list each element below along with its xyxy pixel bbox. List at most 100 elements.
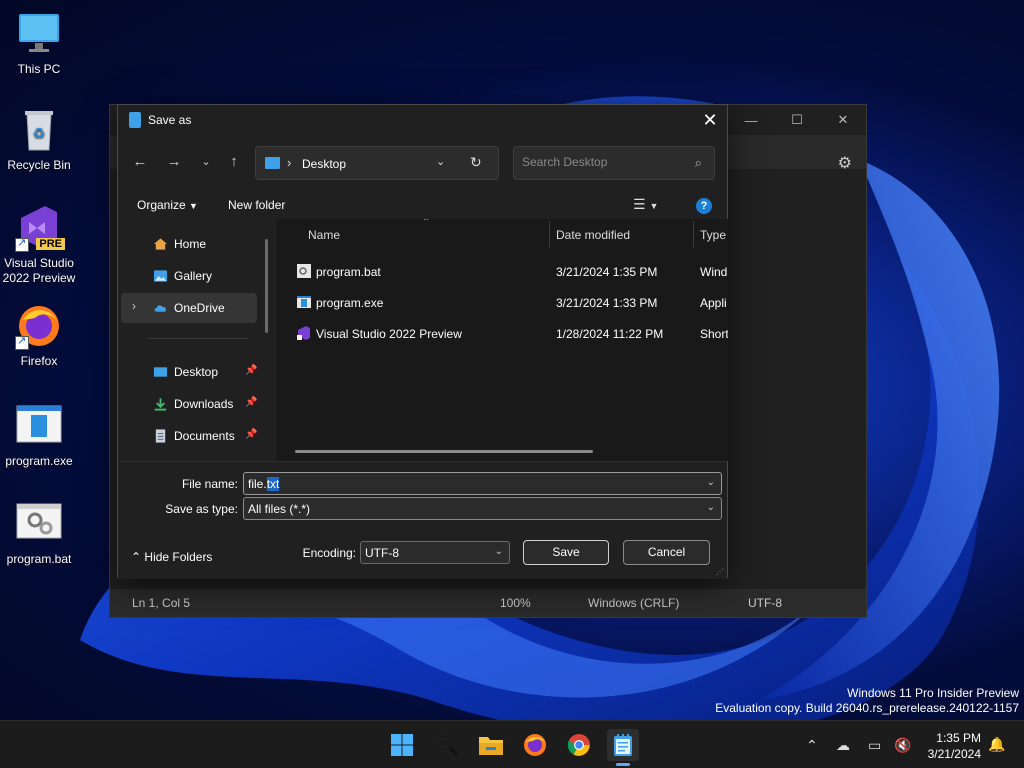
notepad-icon (129, 112, 141, 128)
close-icon[interactable]: ✕ (820, 105, 866, 135)
status-encoding[interactable]: UTF-8 (748, 596, 782, 610)
desktop-icon-visual-studio[interactable]: PRE Visual Studio2022 Preview (0, 204, 78, 286)
desktop-icon-recycle-bin[interactable]: ♻ Recycle Bin (0, 106, 78, 173)
hide-folders-button[interactable]: ⌃ Hide Folders (131, 550, 212, 564)
encoding-label: Encoding: (302, 546, 356, 560)
desktop-icon-firefox[interactable]: Firefox (0, 302, 78, 369)
nav-item-desktop[interactable]: Desktop 📌 (121, 357, 257, 387)
command-bar: Organize ▼ New folder ☰ ▼ ? (118, 191, 727, 219)
nav-item-documents[interactable]: Documents 📌 (121, 421, 257, 451)
cancel-button[interactable]: Cancel (623, 540, 710, 565)
file-list: ⌃ Name Date modified Type program.bat 3/… (277, 219, 728, 461)
column-header-type[interactable]: Type (700, 228, 726, 242)
selected-text: txt (266, 477, 280, 491)
notification-bell-icon[interactable]: 🔔 (988, 736, 1005, 753)
address-bar[interactable]: › Desktop ⌄ ↻ (255, 146, 499, 180)
breadcrumb-chevron-icon[interactable]: › (287, 155, 291, 170)
forward-arrow-icon[interactable]: → (163, 153, 185, 173)
file-explorer-icon[interactable] (475, 729, 507, 761)
save-button[interactable]: Save (523, 540, 609, 565)
nav-item-gallery[interactable]: Gallery (121, 261, 257, 291)
file-type: Wind (700, 265, 728, 279)
network-icon[interactable]: ▭ (868, 737, 881, 754)
breadcrumb-location[interactable]: Desktop (302, 157, 346, 171)
file-name-field[interactable]: file.txt ⌄ (243, 472, 722, 495)
save-as-type-select[interactable]: All files (*.*) ⌄ (243, 497, 722, 520)
bat-file-icon (15, 500, 63, 548)
pin-icon: 📌 (245, 429, 258, 440)
recent-locations-chevron-icon[interactable]: ⌄ (195, 155, 217, 175)
close-icon[interactable]: ✕ (699, 109, 721, 131)
save-as-type-value: All files (*.*) (248, 502, 311, 516)
notepad-icon[interactable] (607, 729, 639, 766)
column-header-name[interactable]: Name (308, 228, 340, 242)
search-icon[interactable]: ⌕ (695, 155, 702, 171)
minimize-icon[interactable]: — (728, 105, 774, 135)
organize-button[interactable]: Organize ▼ (137, 198, 198, 212)
nav-item-home[interactable]: Home (121, 229, 257, 259)
taskbar-clock[interactable]: 1:35 PM 3/21/2024 (928, 730, 981, 762)
shortcut-arrow-icon (15, 236, 29, 252)
search-box[interactable]: ⌕ (513, 146, 715, 180)
resize-grip-icon[interactable]: ⋰ (716, 567, 724, 576)
chevron-down-icon[interactable]: ⌄ (436, 155, 445, 168)
desktop-icon-label: This PC (17, 62, 61, 76)
up-arrow-icon[interactable]: ↑ (223, 153, 245, 173)
monitor-icon (15, 10, 63, 58)
horizontal-scrollbar[interactable] (295, 450, 593, 453)
chevron-up-icon[interactable]: ⌃ (806, 737, 818, 754)
visual-studio-icon: PRE (15, 204, 65, 252)
new-folder-button[interactable]: New folder (228, 198, 285, 212)
nav-item-onedrive[interactable]: › OneDrive (121, 293, 257, 323)
navigation-pane: Home Gallery › OneDrive Desktop 📌 Downlo… (118, 223, 276, 461)
chevron-right-icon[interactable]: › (132, 299, 136, 313)
column-header-date[interactable]: Date modified (556, 228, 630, 242)
desktop-icon-program-exe[interactable]: program.exe (0, 402, 78, 469)
back-arrow-icon[interactable]: ← (129, 153, 151, 173)
file-name-value: file.txt (248, 477, 280, 491)
save-options-area: File name: file.txt ⌄ Save as type: All … (118, 461, 727, 579)
file-date: 1/28/2024 11:22 PM (556, 327, 664, 341)
chevron-down-icon[interactable]: ⌄ (707, 502, 715, 513)
nav-item-label: Downloads (174, 397, 234, 411)
file-row[interactable]: program.exe 3/21/2024 1:33 PM Appli (277, 287, 728, 317)
file-type: Appli (700, 296, 727, 310)
start-icon[interactable] (386, 729, 418, 761)
file-row[interactable]: Visual Studio 2022 Preview 1/28/2024 11:… (277, 318, 728, 348)
chevron-down-icon[interactable]: ⌄ (495, 546, 503, 557)
chrome-icon[interactable] (563, 729, 595, 761)
desktop-icon-program-bat[interactable]: program.bat (0, 500, 78, 567)
column-divider[interactable] (693, 221, 694, 247)
search-icon[interactable] (431, 729, 463, 761)
line-endings[interactable]: Windows (CRLF) (588, 596, 679, 610)
desktop-folder-icon (265, 157, 280, 169)
onedrive-offline-icon[interactable]: ☁ (836, 737, 850, 754)
view-options-icon[interactable]: ☰ ▼ (633, 196, 658, 213)
refresh-icon[interactable]: ↻ (470, 154, 482, 171)
volume-muted-icon[interactable]: 🔇 (894, 737, 911, 754)
help-icon[interactable]: ? (696, 198, 712, 214)
encoding-value: UTF-8 (365, 546, 399, 560)
column-divider[interactable] (549, 221, 550, 247)
encoding-select[interactable]: UTF-8 ⌄ (360, 541, 510, 564)
file-row[interactable]: program.bat 3/21/2024 1:35 PM Wind (277, 256, 728, 286)
chevron-down-icon[interactable]: ⌄ (707, 477, 715, 488)
gear-icon[interactable]: ⚙ (838, 153, 852, 173)
save-as-dialog: Save as ✕ ← → ⌄ ↑ › Desktop ⌄ ↻ ⌕ Organi… (117, 104, 728, 579)
nav-scrollbar[interactable] (265, 239, 268, 333)
maximize-icon[interactable]: ☐ (774, 105, 820, 135)
chevron-down-icon: ▼ (189, 201, 198, 211)
nav-item-label: Documents (174, 429, 235, 443)
firefox-icon[interactable] (519, 729, 551, 761)
home-icon (153, 238, 168, 250)
file-name: program.bat (316, 265, 381, 279)
save-as-type-label: Save as type: (165, 502, 238, 516)
zoom-level[interactable]: 100% (500, 596, 531, 610)
clock-date: 3/21/2024 (927, 747, 981, 761)
search-input[interactable] (522, 155, 682, 169)
svg-text:♻: ♻ (33, 126, 46, 142)
notepad-status-bar: Ln 1, Col 5 100% Windows (CRLF) UTF-8 (110, 589, 866, 617)
desktop-icon-this-pc[interactable]: This PC (0, 10, 78, 77)
nav-item-downloads[interactable]: Downloads 📌 (121, 389, 257, 419)
pin-icon: 📌 (245, 365, 258, 376)
